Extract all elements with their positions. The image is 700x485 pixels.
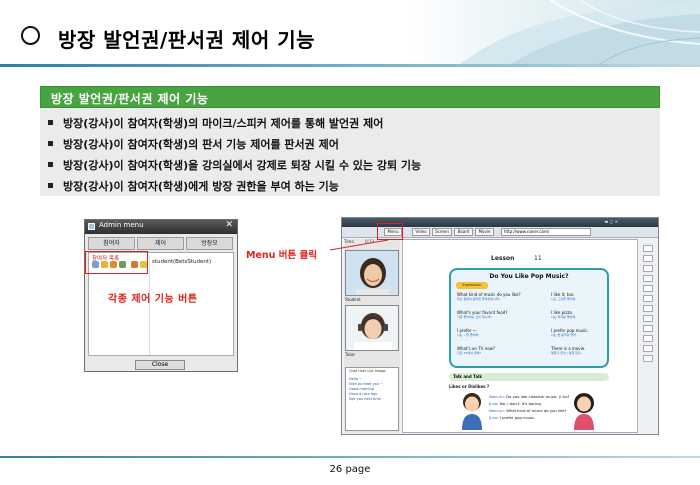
callout-arrow [329,239,389,251]
page-number: 26 page [329,464,371,475]
footer-rule [0,456,700,458]
